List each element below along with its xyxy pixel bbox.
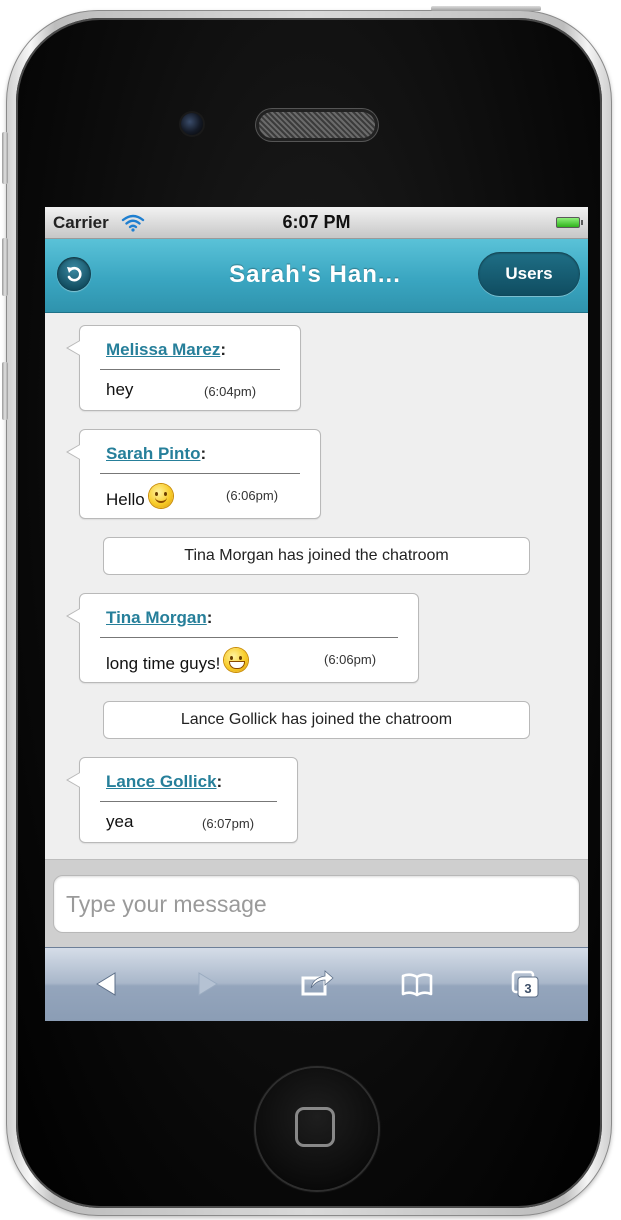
divider [100, 801, 277, 802]
chat-list: Melissa Marez: hey (6:04pm) Sarah Pinto:… [45, 313, 588, 859]
join-notice: Tina Morgan has joined the chatroom [103, 537, 530, 575]
bubble-tail [66, 340, 80, 356]
message-content: Hello [106, 484, 173, 510]
smile-emoji-icon [148, 484, 173, 508]
share-icon [301, 970, 334, 996]
volume-down-button [2, 362, 8, 420]
message-bubble: Melissa Marez: hey (6:04pm) [66, 325, 301, 411]
message-time: (6:06pm) [226, 488, 279, 503]
sender-link[interactable]: Melissa Marez [106, 340, 220, 359]
screen: Carrier 6:07 PM Sarah's Han... Users Mel… [45, 207, 588, 1021]
mute-switch [2, 132, 8, 184]
tabs-icon: 3 [511, 970, 539, 998]
message-bubble: Sarah Pinto: Hello (6:06pm) [66, 429, 321, 519]
bubble-tail [66, 608, 80, 624]
divider [100, 637, 398, 638]
forward-arrow-icon [198, 972, 218, 996]
back-arrow-button[interactable] [85, 964, 129, 1004]
battery-icon [556, 217, 583, 228]
bookmarks-icon [401, 973, 433, 997]
divider [100, 473, 300, 474]
sender-link[interactable]: Lance Gollick [106, 772, 217, 791]
front-camera [181, 113, 203, 135]
bubble-tail [66, 444, 80, 460]
message-text: yea [106, 812, 134, 831]
message-sender: Sarah Pinto: [106, 444, 206, 464]
message-time: (6:07pm) [202, 816, 255, 831]
back-arrow-icon [96, 972, 116, 996]
forward-arrow-button[interactable] [185, 964, 229, 1004]
bookmarks-button[interactable] [395, 964, 439, 1004]
earpiece-speaker [259, 112, 375, 138]
message-text: long time guys! [106, 654, 221, 673]
message-sender: Lance Gollick: [106, 772, 222, 792]
message-time: (6:04pm) [204, 384, 257, 399]
grin-emoji-icon [224, 648, 249, 672]
message-sender: Melissa Marez: [106, 340, 226, 360]
message-text: hey [106, 380, 134, 399]
home-square-icon [295, 1107, 335, 1147]
message-bubble: Lance Gollick: yea (6:07pm) [66, 757, 298, 843]
status-bar: Carrier 6:07 PM [45, 207, 588, 239]
users-button[interactable]: Users [478, 252, 580, 296]
share-button[interactable] [295, 964, 339, 1004]
message-input[interactable] [53, 875, 580, 933]
back-button[interactable] [57, 257, 91, 291]
compose-bar [45, 859, 588, 947]
browser-toolbar: 3 [45, 947, 588, 1021]
message-bubble: Tina Morgan: long time guys! (6:06pm) [66, 593, 419, 683]
sender-colon: : [220, 340, 227, 359]
sender-link[interactable]: Tina Morgan [106, 608, 207, 627]
bubble-tail [66, 772, 80, 788]
sender-colon: : [216, 772, 223, 791]
tabs-button[interactable]: 3 [505, 964, 549, 1004]
tabs-count: 3 [524, 981, 531, 996]
message-content: long time guys! [106, 648, 249, 674]
sleep-button [431, 6, 541, 11]
sender-colon: : [200, 444, 207, 463]
divider [100, 369, 280, 370]
message-sender: Tina Morgan: [106, 608, 212, 628]
status-time: 6:07 PM [282, 212, 351, 232]
refresh-back-icon [67, 266, 82, 282]
volume-up-button [2, 238, 8, 296]
message-text: Hello [106, 490, 145, 509]
chat-header: Sarah's Han... Users [45, 239, 588, 313]
sender-colon: : [206, 608, 213, 627]
join-notice: Lance Gollick has joined the chatroom [103, 701, 530, 739]
sender-link[interactable]: Sarah Pinto [106, 444, 200, 463]
page-title: Sarah's Han... [229, 261, 401, 288]
message-time: (6:06pm) [324, 652, 377, 667]
home-button[interactable] [256, 1068, 378, 1190]
